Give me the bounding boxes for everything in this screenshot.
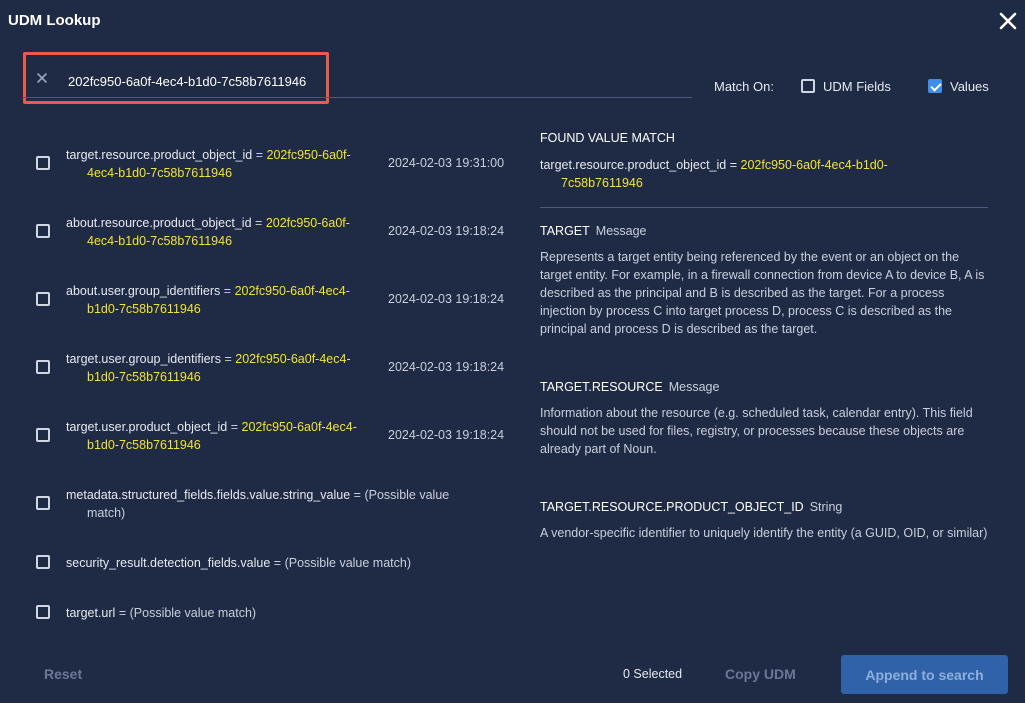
match-on-label: Match On: xyxy=(714,79,774,94)
section-name: TARGET.RESOURCE xyxy=(540,380,663,394)
equals-sign: = xyxy=(353,488,361,502)
equals-sign: = xyxy=(118,606,127,620)
section-type: Message xyxy=(668,380,720,394)
row-field: target.user.group_identifiers = 202fc950… xyxy=(66,350,371,386)
close-icon[interactable] xyxy=(997,10,1019,32)
section-description: Represents a target entity being referen… xyxy=(540,250,985,336)
equals-sign: = xyxy=(255,148,264,162)
field-name: metadata.structured_fields.fields.value.… xyxy=(66,488,351,502)
possible-match: (Possible value match) xyxy=(284,556,412,570)
equals-sign: = xyxy=(273,556,282,570)
row-field: about.resource.product_object_id = 202fc… xyxy=(66,214,371,250)
equals-sign: = xyxy=(255,216,263,230)
row-field: target.user.product_object_id = 202fc950… xyxy=(66,418,371,454)
row-checkbox[interactable] xyxy=(36,224,50,238)
row-checkbox[interactable] xyxy=(36,360,50,374)
section-type: Message xyxy=(595,224,647,238)
reset-button[interactable]: Reset xyxy=(44,666,82,682)
row-timestamp: 2024-02-03 19:18:24 xyxy=(388,224,505,238)
found-field-name: target.resource.product_object_id xyxy=(540,158,727,172)
row-timestamp: 2024-02-03 19:18:24 xyxy=(388,360,505,374)
row-timestamp: 2024-02-03 19:18:24 xyxy=(388,292,505,306)
row-checkbox[interactable] xyxy=(36,292,50,306)
equals-sign: = xyxy=(729,158,738,172)
dialog-title: UDM Lookup xyxy=(8,12,101,29)
values-checkbox[interactable] xyxy=(928,79,942,93)
detail-section: TARGET.RESOURCE Message Information about… xyxy=(540,378,990,458)
possible-match: (Possible value match) xyxy=(129,606,257,620)
row-field: target.resource.product_object_id = 202f… xyxy=(66,146,371,182)
search-underline xyxy=(23,97,692,98)
field-name: security_result.detection_fields.value xyxy=(66,556,271,570)
section-type: String xyxy=(809,500,843,514)
field-name: target.user.product_object_id xyxy=(66,420,228,434)
row-field: target.url = (Possible value match) xyxy=(66,604,506,622)
clear-search-icon[interactable] xyxy=(35,71,49,85)
search-input[interactable] xyxy=(60,70,336,92)
row-field: about.user.group_identifiers = 202fc950-… xyxy=(66,282,371,318)
row-checkbox[interactable] xyxy=(36,496,50,510)
values-label: Values xyxy=(950,79,989,94)
field-name: target.user.group_identifiers xyxy=(66,352,221,366)
row-checkbox[interactable] xyxy=(36,555,50,569)
udm-fields-label: UDM Fields xyxy=(823,79,891,94)
field-name: about.user.group_identifiers xyxy=(66,284,221,298)
detail-section: TARGET.RESOURCE.PRODUCT_OBJECT_ID String … xyxy=(540,498,990,542)
section-description: Information about the resource (e.g. sch… xyxy=(540,406,973,456)
udm-fields-checkbox[interactable] xyxy=(801,79,815,93)
row-checkbox[interactable] xyxy=(36,156,50,170)
copy-udm-button[interactable]: Copy UDM xyxy=(725,666,796,682)
row-checkbox[interactable] xyxy=(36,605,50,619)
field-name: about.resource.product_object_id xyxy=(66,216,252,230)
row-field: security_result.detection_fields.value =… xyxy=(66,554,506,572)
section-description: A vendor-specific identifier to uniquely… xyxy=(540,526,988,540)
row-checkbox[interactable] xyxy=(36,428,50,442)
equals-sign: = xyxy=(230,420,239,434)
field-name: target.resource.product_object_id xyxy=(66,148,253,162)
equals-sign: = xyxy=(224,352,232,366)
append-to-search-button[interactable]: Append to search xyxy=(841,655,1008,694)
found-value-match: target.resource.product_object_id = 202f… xyxy=(540,156,940,192)
row-timestamp: 2024-02-03 19:31:00 xyxy=(388,156,505,170)
detail-section: TARGET Message Represents a target entity… xyxy=(540,222,990,338)
row-timestamp: 2024-02-03 19:18:24 xyxy=(388,428,505,442)
section-name: TARGET.RESOURCE.PRODUCT_OBJECT_ID xyxy=(540,500,804,514)
section-name: TARGET xyxy=(540,224,590,238)
field-name: target.url xyxy=(66,606,116,620)
row-field: metadata.structured_fields.fields.value.… xyxy=(66,486,486,522)
found-value-header: FOUND VALUE MATCH xyxy=(540,131,675,145)
selected-count: 0 Selected xyxy=(623,667,683,681)
equals-sign: = xyxy=(223,284,232,298)
divider xyxy=(540,207,988,208)
